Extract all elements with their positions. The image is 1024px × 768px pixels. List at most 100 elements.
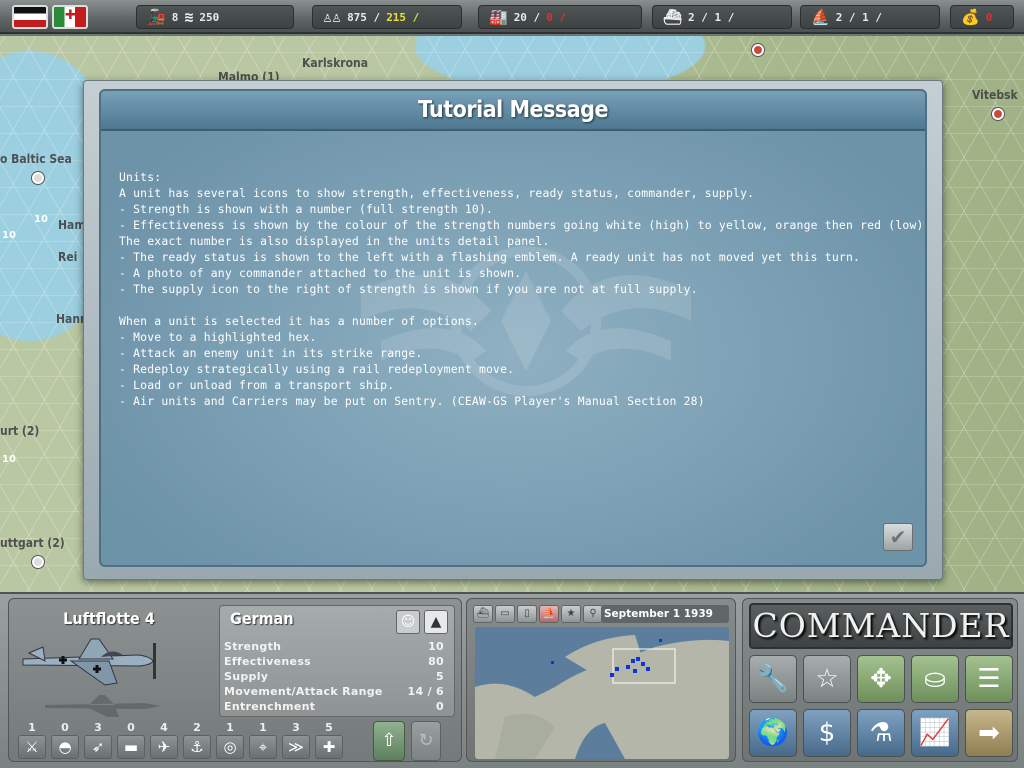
tech-level: 1 (259, 721, 267, 734)
tech-slot-target[interactable]: 1 ⌖ (248, 721, 278, 759)
purchase-dollar-button[interactable]: $ (803, 709, 851, 757)
germany-flag-button[interactable] (12, 5, 48, 29)
naval-transport-resource: ⛴ 2 / 1 / (652, 5, 792, 29)
rifle-icon: ⚔ (18, 735, 46, 759)
tech-slot-medic[interactable]: 5 ✚ (314, 721, 344, 759)
stat-value: 10 (428, 640, 444, 653)
tech-slot-radar[interactable]: 1 ◎ (215, 721, 245, 759)
amphib-transport-resource: ⛵ 2 / 1 / (800, 5, 940, 29)
rail-and-coins-resource: 🚂 8 ≋ 250 (136, 5, 294, 29)
end-turn-arrow-button[interactable]: ➡ (965, 709, 1013, 757)
unit-strength[interactable]: 10 (34, 214, 48, 225)
tech-level: 0 (127, 721, 135, 734)
gold-resource: 💰 0 (950, 5, 1014, 29)
tech-slot-tank[interactable]: 0 ▬ (116, 721, 146, 759)
tech-level: 0 (61, 721, 69, 734)
terrain-view-toggle[interactable]: ▲ (424, 610, 448, 634)
tech-level: 1 (28, 721, 36, 734)
move-arrows-button[interactable]: ✥ (857, 655, 905, 703)
minimap-land-button[interactable]: ▭ (495, 605, 515, 623)
coins-icon: ≋ (184, 8, 194, 26)
tech-slot-rank[interactable]: 3 ≫ (281, 721, 311, 759)
undo-button[interactable]: ↻ (411, 721, 441, 761)
landing-craft-icon: ⛵ (811, 8, 830, 26)
stat-label: Movement/Attack Range (224, 685, 383, 698)
medic-icon: ✚ (315, 735, 343, 759)
minimap-panel: ⛴ ▭ ▯ ⛵ ★ ⚲ September 1 1939 (1) (466, 598, 736, 762)
map-label-frankfurt: urt (2) (0, 424, 40, 438)
command-panel: COMMANDER 🔧 ☆ ✥ ⛀ ☰ 🌍 $ ⚗ 📈 ➡ (742, 598, 1018, 762)
stat-row-effectiveness: Effectiveness 80 (224, 655, 444, 670)
unit-name: Luftflotte 4 (63, 609, 155, 628)
tech-slot-helmet[interactable]: 0 ◓ (50, 721, 80, 759)
stat-value: 0 (436, 700, 444, 713)
stat-row-strength: Strength 10 (224, 640, 444, 655)
map-label-hamburg: Ham (58, 218, 86, 232)
map-label-stuttgart: uttgart (2) (0, 536, 65, 550)
stat-row-supply: Supply 5 (224, 670, 444, 685)
tutorial-dialog-title: Tutorial Message (417, 97, 609, 123)
tech-level: 3 (94, 721, 102, 734)
unit-strength[interactable]: 10 (2, 454, 16, 465)
tech-slot-air[interactable]: 4 ✈ (149, 721, 179, 759)
industry-value: 20 / (513, 10, 541, 24)
rank-icon: ≫ (282, 735, 310, 759)
ship-icon: ⛴ (663, 8, 683, 26)
soldier-view-toggle[interactable]: ☺ (396, 610, 420, 634)
upgrade-unit-button[interactable]: ⇧ (373, 721, 405, 761)
globe-diplomacy-button[interactable]: 🌍 (749, 709, 797, 757)
stat-label: Strength (224, 640, 282, 653)
tech-slot-artillery[interactable]: 3 ➶ (83, 721, 113, 759)
map-label-reims: Rei (58, 250, 78, 264)
europe-minimap[interactable] (475, 627, 729, 759)
research-flask-button[interactable]: ⚗ (857, 709, 905, 757)
stat-label: Effectiveness (224, 655, 312, 668)
minimap-ships-button[interactable]: ⛴ (473, 605, 493, 623)
promote-star-button[interactable]: ☆ (803, 655, 851, 703)
map-label-baltic-sea: o Baltic Sea (0, 152, 72, 166)
research-hat-button[interactable]: ⛀ (911, 655, 959, 703)
gold-value: 0 (985, 10, 993, 24)
port-marker[interactable] (32, 172, 44, 184)
tutorial-dialog-panel: Tutorial Message Units: A unit has sever… (99, 89, 927, 567)
amphib-transport-value: 2 / 1 / (835, 10, 883, 24)
tech-slot-infantry[interactable]: 1 ⚔ (17, 721, 47, 759)
tech-level: 4 (160, 721, 168, 734)
stat-value: 80 (428, 655, 444, 668)
map-label-karlskrona: Karlskrona (302, 56, 368, 70)
soldiers-icon: ♙♙ (323, 8, 342, 26)
helmet-icon: ◓ (51, 735, 79, 759)
minimap-star-button[interactable]: ★ (561, 605, 581, 623)
tech-level: 2 (193, 721, 201, 734)
unit-list-button[interactable]: ☰ (965, 655, 1013, 703)
tutorial-dialog: Tutorial Message Units: A unit has sever… (83, 80, 943, 580)
tech-level: 3 (292, 721, 300, 734)
tutorial-dialog-text: Units: A unit has several icons to show … (119, 170, 927, 408)
tech-level: 1 (226, 721, 234, 734)
target-icon: ⌖ (249, 735, 277, 759)
naval-transport-value: 2 / 1 / (688, 10, 735, 24)
artillery-icon: ➶ (84, 735, 112, 759)
tech-level: 5 (325, 721, 333, 734)
rail-count: 8 (171, 10, 179, 24)
stat-row-entrenchment: Entrenchment 0 (224, 700, 444, 715)
minimap-zoom-button[interactable]: ▯ (517, 605, 537, 623)
factory-icon: 🏭 (489, 8, 508, 26)
minimap-search-button[interactable]: ⚲ (583, 605, 603, 623)
stat-row-movement: Movement/Attack Range 14 / 6 (224, 685, 444, 700)
manpower-income: 215 / (386, 10, 420, 24)
repair-wrench-button[interactable]: 🔧 (749, 655, 797, 703)
italy-flag-button[interactable] (52, 5, 88, 29)
tutorial-dialog-titlebar: Tutorial Message (101, 91, 925, 131)
minimap-fleet-button[interactable]: ⛵ (539, 605, 559, 623)
ok-checkmark-button[interactable]: ✔ (883, 523, 913, 551)
anchor-icon: ⚓ (183, 735, 211, 759)
unit-stats-box: German ☺ ▲ Strength 10 Effectiveness 80 … (219, 605, 455, 717)
city-marker-vitebsk[interactable] (992, 108, 1004, 120)
city-marker[interactable] (752, 44, 764, 56)
tech-slot-naval[interactable]: 2 ⚓ (182, 721, 212, 759)
statistics-graph-button[interactable]: 📈 (911, 709, 959, 757)
unit-strength[interactable]: 10 (2, 230, 16, 241)
port-marker-stuttgart[interactable] (32, 556, 44, 568)
commander-logo: COMMANDER (749, 603, 1013, 649)
